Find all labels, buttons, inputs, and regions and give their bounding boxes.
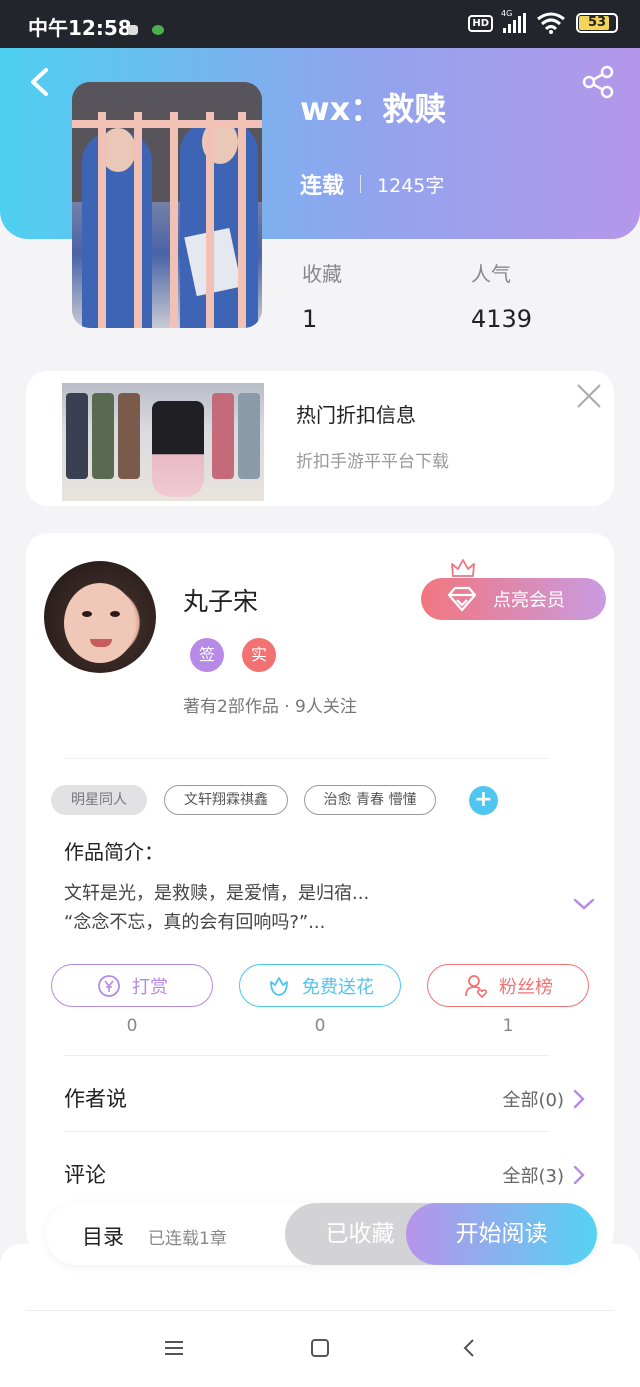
- ad-subtitle: 折扣手游平平台下载: [296, 452, 449, 472]
- chevron-right-icon: [573, 1089, 585, 1109]
- hd-icon: HD: [468, 14, 493, 32]
- nav-back-icon[interactable]: [458, 1336, 482, 1360]
- comments-all-link[interactable]: 全部(3): [503, 1162, 587, 1188]
- close-icon[interactable]: [576, 383, 602, 409]
- signed-badge: 签: [190, 638, 224, 672]
- popularity-stat: 人气 4139: [471, 258, 532, 333]
- divider: [64, 758, 550, 759]
- favorites-stat: 收藏 1: [302, 258, 342, 333]
- fans-label: 粉丝榜: [499, 976, 553, 998]
- wechat-notification-icon: [152, 25, 164, 35]
- popularity-value: 4139: [471, 305, 533, 333]
- notification-icon: [128, 25, 138, 35]
- avatar[interactable]: [44, 561, 156, 673]
- start-reading-button[interactable]: 开始阅读: [406, 1203, 597, 1265]
- status-bar: 中午12:58 HD 4G 53: [0, 0, 640, 48]
- author-name[interactable]: 丸子宋: [183, 582, 258, 618]
- popularity-label: 人气: [471, 262, 511, 286]
- serial-chapters: 已连载1章: [148, 1229, 227, 1249]
- divider: [64, 1055, 550, 1056]
- tag-genre[interactable]: 治愈 青春 懵懂: [304, 785, 436, 815]
- crown-icon: [451, 559, 475, 577]
- home-icon[interactable]: [308, 1336, 332, 1360]
- flower-label: 免费送花: [302, 976, 374, 998]
- vip-label: 点亮会员: [493, 590, 565, 611]
- flower-button[interactable]: 免费送花: [239, 964, 401, 1007]
- reward-label: 打赏: [132, 976, 168, 998]
- notification-icons: [128, 20, 178, 39]
- tag-characters[interactable]: 文轩翔霖祺鑫: [164, 785, 288, 815]
- intro-label: 作品简介：: [64, 840, 164, 864]
- fans-button[interactable]: 粉丝榜: [427, 964, 589, 1007]
- meta-divider: [360, 175, 362, 193]
- author-says-all-link[interactable]: 全部(0): [503, 1086, 587, 1112]
- intro-line-1: 文轩是光，是救赎，是爱情，是归宿...: [64, 883, 370, 904]
- chevron-down-icon[interactable]: [572, 896, 596, 912]
- share-icon[interactable]: [580, 64, 616, 100]
- fans-icon: [465, 974, 488, 998]
- battery-icon: 53: [576, 13, 618, 33]
- fans-count: 1: [502, 1016, 514, 1036]
- reading-action-bar: 目录 已连载1章 已收藏 开始阅读: [46, 1203, 597, 1265]
- status-right: HD 4G 53: [468, 9, 618, 34]
- yen-icon: [98, 974, 120, 997]
- divider: [64, 1131, 550, 1132]
- book-cover[interactable]: [72, 82, 262, 328]
- word-count: 1245字: [377, 174, 445, 197]
- status-time: 中午12:58: [28, 16, 132, 40]
- author-meta: 著有2部作品 · 9人关注: [183, 697, 357, 717]
- reward-button[interactable]: 打赏: [51, 964, 213, 1007]
- intro-text: 文轩是光，是救赎，是爱情，是归宿... “念念不忘，真的会有回响吗?”...: [64, 879, 369, 937]
- comments-link-text: 全部(3): [502, 1166, 565, 1187]
- intro-line-2: “念念不忘，真的会有回响吗?”...: [64, 912, 326, 933]
- flower-count: 0: [314, 1016, 326, 1036]
- book-meta: 连载 1245字: [300, 168, 444, 200]
- verified-badge: 实: [242, 638, 276, 672]
- diamond-icon: [447, 586, 477, 612]
- network-type: 4G: [501, 9, 513, 18]
- favorites-value: 1: [302, 305, 318, 333]
- ad-title: 热门折扣信息: [296, 403, 416, 427]
- reward-count: 0: [126, 1016, 138, 1036]
- book-title: wx：救赎: [300, 90, 447, 128]
- tag-category[interactable]: 明星同人: [51, 785, 147, 815]
- author-says-link-text: 全部(0): [502, 1090, 565, 1111]
- flower-icon: [270, 976, 288, 996]
- battery-level: 53: [587, 15, 607, 30]
- wifi-icon: [537, 12, 565, 34]
- ad-card[interactable]: 热门折扣信息 折扣手游平平台下载: [26, 371, 614, 506]
- chevron-right-icon: [573, 1165, 585, 1185]
- favorites-label: 收藏: [302, 262, 342, 286]
- comments-label: 评论: [64, 1163, 106, 1187]
- menu-icon[interactable]: [162, 1336, 186, 1360]
- back-icon[interactable]: [24, 64, 54, 100]
- catalog-button[interactable]: 目录: [82, 1221, 124, 1251]
- serial-status: 连载: [300, 174, 345, 199]
- ad-image[interactable]: [62, 383, 264, 501]
- author-says-label: 作者说: [64, 1087, 127, 1111]
- plus-icon[interactable]: +: [469, 786, 498, 815]
- bottom-panel: [0, 1244, 640, 1387]
- nav-divider: [26, 1310, 614, 1311]
- signal-icon: 4G: [501, 9, 526, 33]
